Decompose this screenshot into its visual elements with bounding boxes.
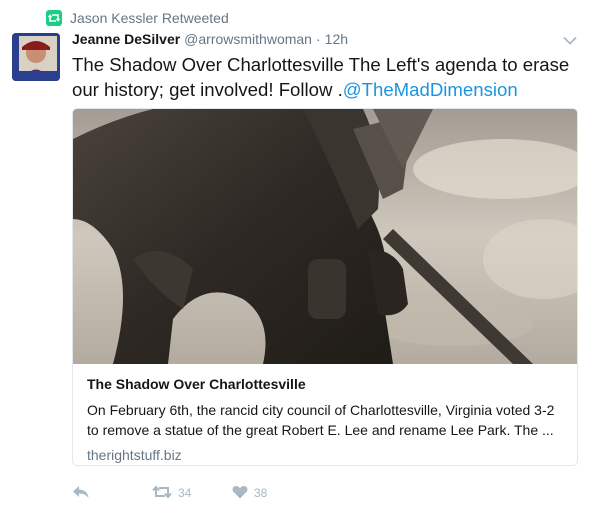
card-image: [73, 109, 577, 364]
chevron-down-icon[interactable]: [562, 34, 578, 46]
mention-link[interactable]: @TheMadDimension: [343, 79, 518, 100]
card-title: The Shadow Over Charlottesville: [87, 376, 306, 392]
retweet-count: 34: [178, 486, 192, 500]
link-card[interactable]: The Shadow Over Charlottesville On Febru…: [72, 108, 578, 466]
timestamp[interactable]: 12h: [325, 31, 348, 47]
author-name[interactable]: Jeanne DeSilver: [72, 31, 180, 47]
like-count: 38: [254, 486, 268, 500]
card-domain: therightstuff.biz: [87, 447, 182, 463]
card-body: The Shadow Over Charlottesville On Febru…: [87, 374, 563, 465]
tweet-actions: 34 38: [72, 482, 267, 504]
separator-dot: ·: [315, 31, 321, 47]
retweet-context-label: Jason Kessler Retweeted: [70, 10, 229, 26]
reply-button[interactable]: [72, 485, 152, 502]
retweet-button[interactable]: 34: [152, 484, 232, 502]
retweet-context[interactable]: Jason Kessler Retweeted: [46, 9, 229, 27]
author-handle[interactable]: @arrowsmithwoman: [184, 31, 312, 47]
card-description-line: On February 6th, the rancid city council…: [87, 402, 555, 418]
card-description: On February 6th, the rancid city council…: [87, 400, 563, 440]
retweet-icon: [46, 10, 62, 26]
retweet-icon: [152, 484, 172, 502]
heart-icon: [232, 485, 248, 502]
tweet-text: The Shadow Over Charlottesville The Left…: [72, 52, 580, 102]
card-description-line: to remove a statue of the great Robert E…: [87, 422, 554, 438]
reply-icon: [72, 485, 90, 502]
avatar[interactable]: [12, 33, 60, 81]
tweet-header: Jeanne DeSilver @arrowsmithwoman · 12h: [72, 31, 570, 51]
like-button[interactable]: 38: [232, 485, 267, 502]
